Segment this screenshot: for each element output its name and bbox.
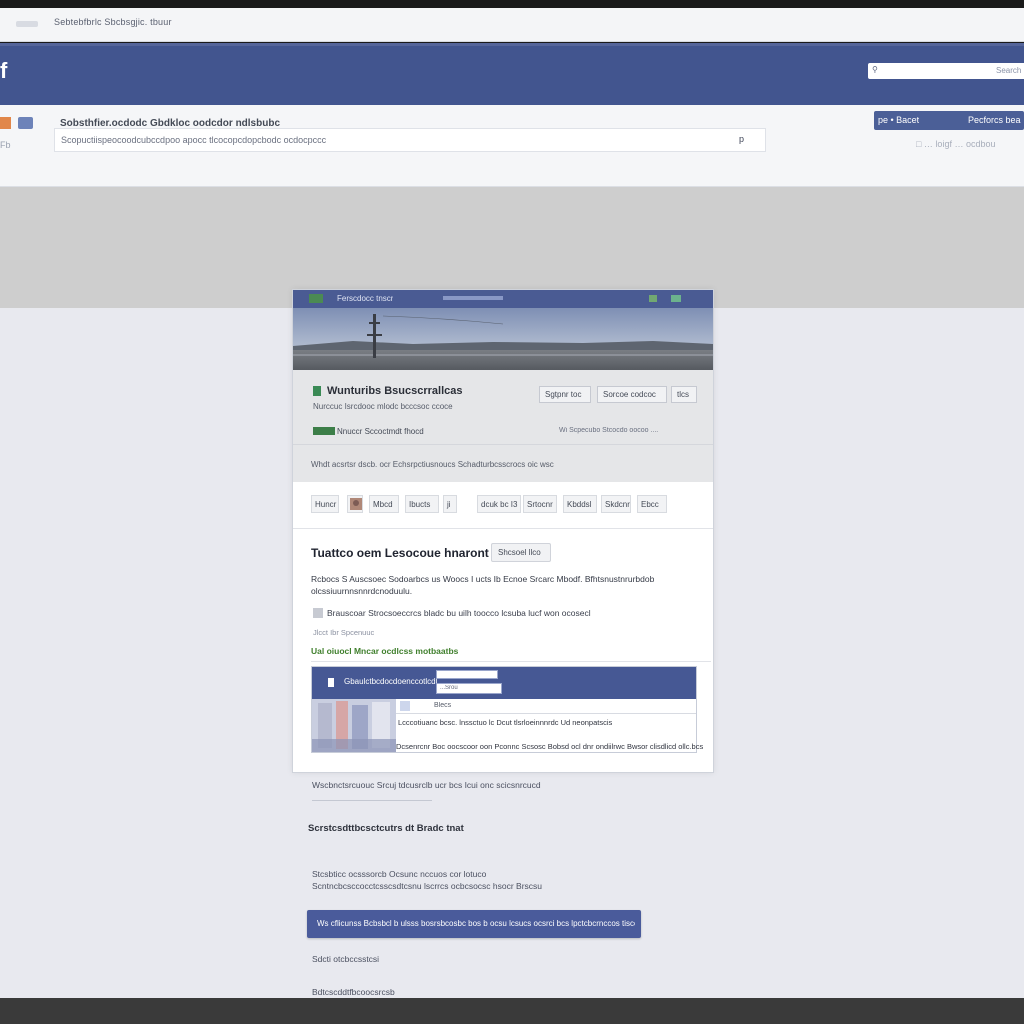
tab-item[interactable]: dcuk bc I3 [477, 495, 521, 513]
tab-photo-icon[interactable] [347, 495, 363, 513]
site-header: f ⚲ Search [0, 43, 1024, 105]
page-subtitle: Nurccuc Isrcdooc mlodc bcccsoc ccoce [313, 402, 453, 411]
like-badge-icon [313, 427, 335, 435]
card-menu-icon[interactable] [671, 295, 681, 302]
info-text: Stcsbticc ocsssorcb Ocsunc nccuos cor lo… [312, 869, 487, 879]
tab-item[interactable]: Mbcd [369, 495, 399, 513]
embed-title: Gbaulctbcdocdoenccotlcdl [344, 677, 438, 686]
embed-label: Blecs [434, 702, 452, 709]
primary-action-label: Ws cflicunss Bcbsbcl b ulsss bosrsbcosbc… [317, 919, 635, 928]
post-action-button[interactable]: Shcsoel llco [491, 543, 551, 562]
divider [293, 444, 713, 445]
tab-item[interactable]: Skdcnr [601, 495, 631, 513]
composer-input-text: Scopuctiispeocoodcubccdpoo apocc tlcocop… [61, 135, 327, 145]
action-button-right[interactable]: Pecforcs bea [968, 115, 1021, 125]
browser-toolbar: Sebtebfbrlc Sbcbsgjic. tbuur [0, 8, 1024, 42]
embed-text: Lcccotiuanc bcsc. lnssctuo lc Dcut tlsrl… [398, 718, 613, 727]
embed-text: Dcsenrcnr Boc oocscoor oon Pconnc Scsosc… [396, 742, 704, 751]
facebook-logo[interactable]: f [0, 58, 7, 84]
divider [312, 800, 432, 801]
tab-item[interactable]: Ibucts [405, 495, 439, 513]
messages-icon[interactable] [18, 117, 33, 129]
search-icon: ⚲ [872, 65, 878, 74]
primary-action-button[interactable]: Ws cflicunss Bcbsbcl b ulsss bosrsbcosbc… [307, 910, 641, 938]
page-action-button[interactable]: Sgtpnr toc [539, 386, 591, 403]
embed-header-bar: Gbaulctbcdocdoenccotlcdl ...Srou [312, 667, 696, 699]
page-tabs: Huncr Mbcd Ibucts ji dcuk bc I3 Srtocnr … [311, 495, 691, 515]
page-about-text: Whdt acsrtsr dscb. ocr Echsrpctiusnoucs … [311, 460, 554, 469]
divider [311, 661, 711, 662]
card-header-title: Ferscdocc tnscr [337, 294, 394, 303]
composer-toolbar: Fb Sobsthfier.ocdodc Gbdkloc oodcdor ndl… [0, 105, 1024, 187]
divider [396, 713, 696, 714]
info-link[interactable]: Sdcti otcbccsstcsi [312, 954, 379, 964]
card-header-bar: Ferscdocc tnscr [293, 290, 713, 308]
post-meta: Brauscoar Strocsoeccrcs bladc bu uilh to… [327, 608, 591, 618]
notification-icon[interactable] [0, 117, 11, 129]
post-link[interactable]: Ual oiuocl Mncar ocdlcss motbaatbs [311, 646, 458, 656]
tab-item[interactable]: Huncr [311, 495, 339, 513]
composer-input[interactable]: Scopuctiispeocoodcubccdpoo apocc tlcocop… [54, 128, 766, 152]
divider [293, 528, 713, 529]
info-link[interactable]: Bdtcscddtfbcoocsrcsb [312, 987, 395, 997]
post-body: Rcbocs S Auscsoec Sodoarbcs us Woocs I u… [311, 574, 655, 584]
post-title: Tuattco oem Lesocoue hnaront luvin [311, 546, 521, 560]
likes-summary: Nnuccr Sccoctmdt fhocd [337, 427, 424, 436]
search-placeholder: Search [996, 66, 1022, 75]
page-action-button[interactable]: Sorcoe codcoc [597, 386, 667, 403]
embed-tab-icon[interactable] [400, 701, 410, 711]
browser-tab-title[interactable]: Sebtebfbrlc Sbcbsgjic. tbuur [54, 17, 172, 27]
embedded-preview[interactable]: Gbaulctbcdocdoenccotlcdl ...Srou Blecs L… [311, 666, 703, 753]
card-logo-icon [309, 294, 323, 303]
tab-item[interactable]: Kbddsl [563, 495, 597, 513]
header-search-input[interactable]: ⚲ Search [868, 63, 1024, 79]
window-controls[interactable] [16, 21, 38, 27]
page-avatar[interactable] [313, 386, 321, 396]
page-more-button[interactable]: tlcs [671, 386, 697, 403]
section-heading: Scrstcsdttbcsctcutrs dt Bradc tnat [308, 823, 464, 834]
page-profile-section: Wunturibs Bsucscrrallcas Nurccuc Isrcdoo… [293, 370, 713, 482]
toolbar-right-icons[interactable]: □ … loigf … ocdbou [916, 139, 995, 149]
info-text: Scntncbcsccocctcsscsdtcsnu lscrrcs ocbcs… [312, 881, 543, 891]
bottom-strip [0, 998, 1024, 1024]
post-timestamp[interactable]: Jlcct Ibr Spcenuuc [313, 628, 374, 637]
post-author-icon [313, 608, 323, 618]
tab-item[interactable]: Ebcc [637, 495, 667, 513]
facebook-logo-icon [328, 678, 334, 687]
embed-thumbnail [312, 699, 396, 752]
embed-password-field[interactable]: ...Srou [436, 683, 502, 694]
info-text: Wscbnctsrcuouc Srcuj tdcusrclb ucr bcs I… [312, 780, 541, 790]
composer-submit-icon[interactable]: p [739, 134, 744, 144]
card-search-field[interactable] [443, 296, 503, 300]
toolbar-left-icons[interactable]: Fb [0, 140, 11, 150]
action-button-group[interactable]: pe • Bacet Pecforcs bea [874, 111, 1024, 130]
post-body: olcssiuurnnsnnrdcnoduulu. [311, 586, 413, 596]
embed-field-text: ...Srou [440, 685, 458, 691]
tab-item[interactable]: ji [443, 495, 457, 513]
page-preview-card: Ferscdocc tnscr Wunturibs Bsucscrrallcas… [292, 289, 714, 773]
likes-detail[interactable]: Wi Scpecubo Stcocdo oocoo .... [559, 427, 658, 434]
action-button-left[interactable]: pe • Bacet [878, 115, 919, 125]
embed-email-field[interactable] [436, 670, 498, 679]
page-name[interactable]: Wunturibs Bsucscrrallcas [327, 385, 463, 397]
cover-photo [293, 308, 713, 370]
card-notification-icon[interactable] [649, 295, 657, 302]
tab-item[interactable]: Srtocnr [523, 495, 557, 513]
